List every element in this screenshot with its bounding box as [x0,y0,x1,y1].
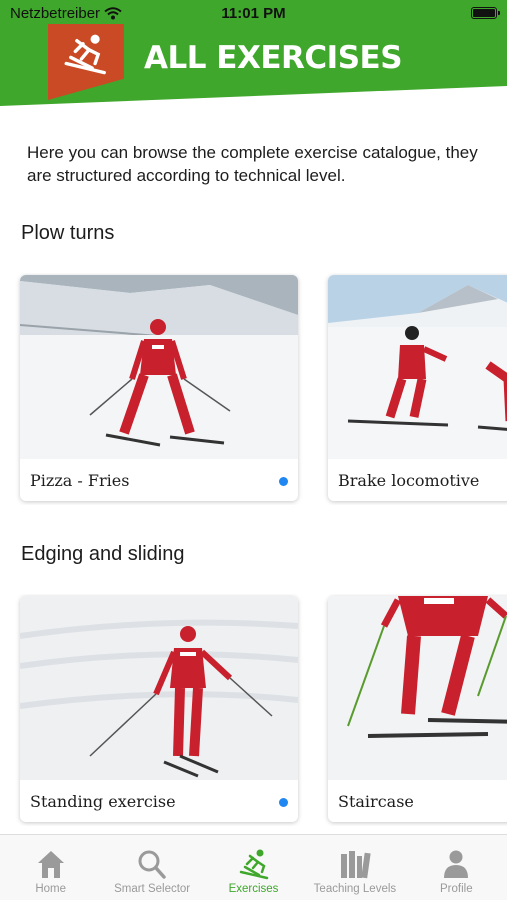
intro-text: Here you can browse the complete exercis… [27,143,478,185]
exercise-thumbnail [20,275,298,459]
status-time: 11:01 PM [221,5,286,22]
tab-teaching-levels[interactable]: Teaching Levels [304,835,405,900]
exercise-card[interactable]: Staircase [328,596,507,822]
battery-icon [471,7,500,19]
exercise-thumbnail [328,275,507,459]
new-indicator-dot [279,798,288,807]
tab-label: Smart Selector [114,883,191,895]
exercise-card[interactable]: Standing exercise [20,596,298,822]
exercise-card-label: Standing exercise [30,792,176,811]
exercise-card-label: Pizza - Fries [30,471,130,490]
books-icon [340,851,371,879]
home-icon [37,851,64,878]
tab-profile[interactable]: Profile [406,835,507,900]
exercise-card-label: Staircase [338,792,414,811]
tab-home[interactable]: Home [0,835,101,900]
exercises-logo [48,24,124,100]
search-icon [138,850,166,879]
new-indicator-dot [279,477,288,486]
tab-label: Profile [440,883,473,895]
skier-icon [239,849,268,880]
exercise-card[interactable]: Pizza - Fries [20,275,298,501]
app-header: Netzbetreiber 11:01 PM ALL EXERCISES [0,0,507,125]
tab-smart-selector[interactable]: Smart Selector [101,835,202,900]
exercise-card[interactable]: Brake locomotive [328,275,507,501]
section-title-plow-turns: Plow turns [21,222,115,244]
tab-label: Teaching Levels [313,883,397,895]
tab-label: Home [35,883,67,895]
card-row-plow-turns: Pizza - Fries Brake locomotive [0,273,507,505]
exercise-thumbnail [20,596,298,780]
tab-label: Exercises [228,883,279,895]
tab-exercises[interactable]: Exercises [203,835,304,900]
page-title: ALL EXERCISES [144,40,403,76]
exercise-thumbnail [328,596,507,780]
profile-icon [444,850,469,878]
section-title-edging-sliding: Edging and sliding [21,543,185,565]
exercise-card-label: Brake locomotive [338,471,480,490]
card-row-edging-sliding: Standing exercise Staircase [0,594,507,826]
tab-bar: Home Smart Selector Exercises Teaching L… [0,834,507,900]
